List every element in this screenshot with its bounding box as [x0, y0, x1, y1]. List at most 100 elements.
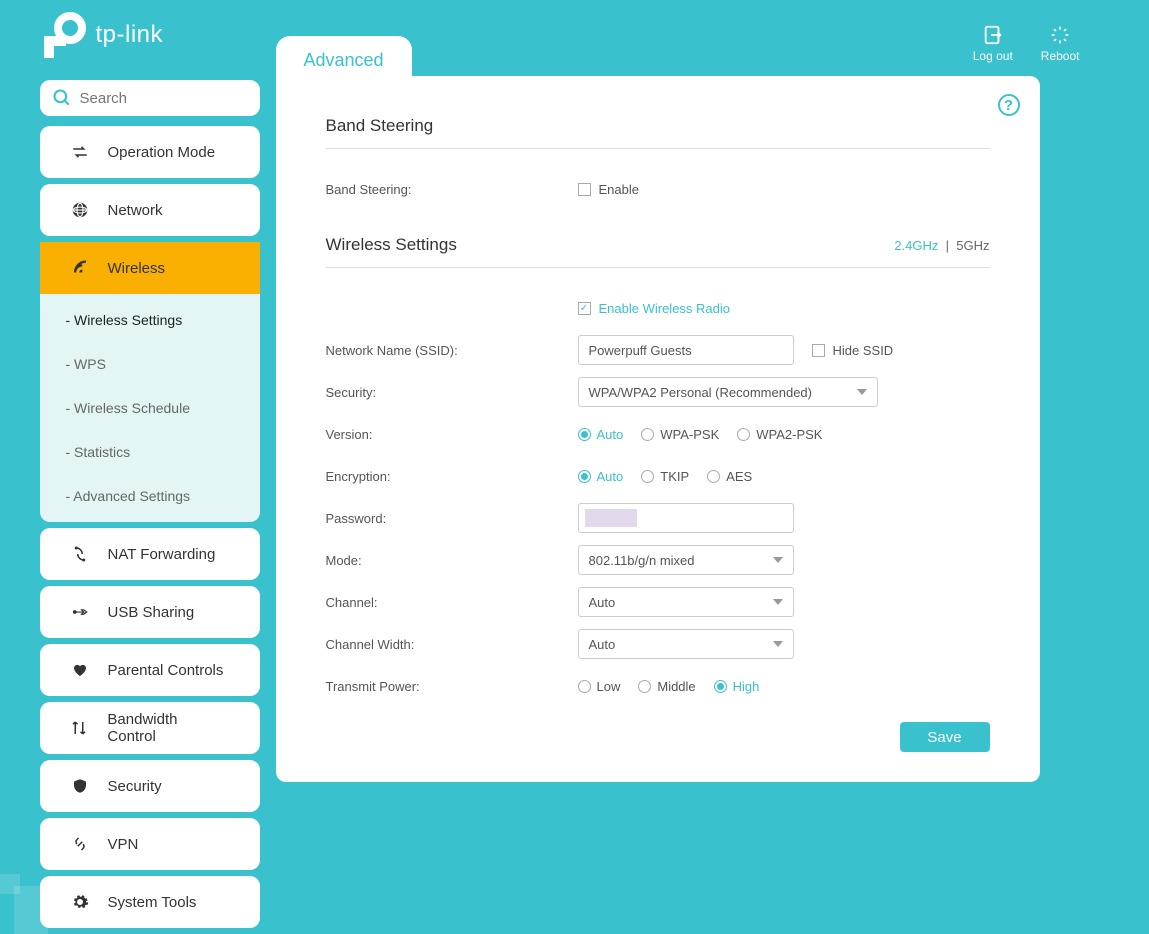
encryption-auto-radio[interactable]: Auto	[578, 469, 624, 484]
encryption-label: Encryption:	[326, 469, 578, 484]
txpower-middle-radio[interactable]: Middle	[638, 679, 695, 694]
checkbox-label: Enable Wireless Radio	[599, 301, 731, 316]
radio-icon	[641, 470, 654, 483]
nav-label: Operation Mode	[108, 144, 216, 161]
subnav-advanced-settings[interactable]: - Advanced Settings	[40, 474, 260, 518]
security-select[interactable]: WPA/WPA2 Personal (Recommended)	[578, 377, 878, 407]
decoration	[0, 854, 60, 934]
version-wpa2-psk-radio[interactable]: WPA2-PSK	[737, 427, 822, 442]
usb-icon	[70, 603, 90, 621]
ssid-label: Network Name (SSID):	[326, 343, 578, 358]
radio-icon	[638, 680, 651, 693]
heart-icon	[70, 661, 90, 679]
password-input[interactable]	[578, 503, 794, 533]
subnav-statistics[interactable]: - Statistics	[40, 430, 260, 474]
wireless-submenu: - Wireless Settings - WPS - Wireless Sch…	[40, 294, 260, 522]
nav-wireless[interactable]: Wireless	[40, 242, 260, 294]
radio-label: Low	[597, 679, 621, 694]
txpower-high-radio[interactable]: High	[714, 679, 760, 694]
enable-wireless-radio-checkbox[interactable]: Enable Wireless Radio	[578, 301, 731, 316]
globe-icon	[70, 201, 90, 219]
password-mask	[585, 509, 637, 527]
nav-label: Wireless	[108, 260, 166, 277]
channel-label: Channel:	[326, 595, 578, 610]
radio-label: Auto	[597, 427, 624, 442]
radio-label: High	[733, 679, 760, 694]
dropdown-icon	[773, 641, 783, 647]
bandwidth-icon	[70, 719, 90, 737]
nat-icon	[70, 545, 90, 563]
subnav-wireless-schedule[interactable]: - Wireless Schedule	[40, 386, 260, 430]
search-box[interactable]	[40, 80, 260, 116]
logout-button[interactable]: Log out	[973, 24, 1013, 63]
nav-parental-controls[interactable]: Parental Controls	[40, 644, 260, 696]
select-value: Auto	[589, 637, 616, 652]
subnav-wps[interactable]: - WPS	[40, 342, 260, 386]
search-input[interactable]	[80, 90, 248, 107]
mode-select[interactable]: 802.11b/g/n mixed	[578, 545, 794, 575]
nav-network[interactable]: Network	[40, 184, 260, 236]
subnav-wireless-settings[interactable]: - Wireless Settings	[40, 298, 260, 342]
nav-label: System Tools	[108, 894, 197, 911]
version-wpa-psk-radio[interactable]: WPA-PSK	[641, 427, 719, 442]
ssid-input[interactable]	[578, 335, 794, 365]
section-title-text: Band Steering	[326, 116, 434, 136]
reboot-label: Reboot	[1041, 49, 1080, 63]
help-button[interactable]: ?	[998, 94, 1020, 116]
nav-vpn[interactable]: VPN	[40, 818, 260, 870]
nav-nat-forwarding[interactable]: NAT Forwarding	[40, 528, 260, 580]
band-5ghz[interactable]: 5GHz	[956, 238, 989, 253]
nav-label: NAT Forwarding	[108, 546, 216, 563]
channel-width-select[interactable]: Auto	[578, 629, 794, 659]
nav-bandwidth-control[interactable]: Bandwidth Control	[40, 702, 260, 754]
nav-label: Network	[108, 202, 163, 219]
operation-mode-icon	[70, 143, 90, 161]
nav-operation-mode[interactable]: Operation Mode	[40, 126, 260, 178]
checkbox-icon	[812, 344, 825, 357]
reboot-icon	[1049, 24, 1071, 46]
txpower-low-radio[interactable]: Low	[578, 679, 621, 694]
nav-usb-sharing[interactable]: USB Sharing	[40, 586, 260, 638]
radio-icon	[578, 680, 591, 693]
mode-label: Mode:	[326, 553, 578, 568]
security-label: Security:	[326, 385, 578, 400]
tab-bar: Advanced	[276, 36, 412, 81]
radio-label: Auto	[597, 469, 624, 484]
nav-system-tools[interactable]: System Tools	[40, 876, 260, 928]
version-label: Version:	[326, 427, 578, 442]
section-title-text: Wireless Settings	[326, 235, 457, 255]
wifi-icon	[70, 259, 90, 277]
radio-icon	[737, 428, 750, 441]
select-value: Auto	[589, 595, 616, 610]
band-steering-label: Band Steering:	[326, 182, 578, 197]
radio-label: WPA2-PSK	[756, 427, 822, 442]
band-24ghz[interactable]: 2.4GHz	[894, 238, 938, 253]
wireless-settings-section-title: Wireless Settings 2.4GHz | 5GHz	[326, 235, 990, 268]
select-value: WPA/WPA2 Personal (Recommended)	[589, 385, 812, 400]
radio-icon	[714, 680, 727, 693]
checkbox-icon	[578, 183, 591, 196]
save-button[interactable]: Save	[900, 722, 990, 752]
reboot-button[interactable]: Reboot	[1041, 24, 1080, 63]
version-auto-radio[interactable]: Auto	[578, 427, 624, 442]
password-label: Password:	[326, 511, 578, 526]
link-icon	[70, 835, 90, 853]
transmit-power-label: Transmit Power:	[326, 679, 578, 694]
band-steering-enable-checkbox[interactable]: Enable	[578, 182, 639, 197]
nav-security[interactable]: Security	[40, 760, 260, 812]
radio-label: WPA-PSK	[660, 427, 719, 442]
channel-select[interactable]: Auto	[578, 587, 794, 617]
radio-label: Middle	[657, 679, 695, 694]
radio-icon	[641, 428, 654, 441]
nav-label: VPN	[108, 836, 139, 853]
radio-icon	[707, 470, 720, 483]
tab-advanced[interactable]: Advanced	[276, 36, 412, 81]
brand-logo: tp-link	[40, 10, 164, 60]
hide-ssid-checkbox[interactable]: Hide SSID	[812, 343, 894, 358]
radio-icon	[578, 428, 591, 441]
encryption-tkip-radio[interactable]: TKIP	[641, 469, 689, 484]
band-selector: 2.4GHz | 5GHz	[894, 238, 989, 253]
encryption-aes-radio[interactable]: AES	[707, 469, 752, 484]
dropdown-icon	[857, 389, 867, 395]
search-icon	[52, 88, 72, 108]
